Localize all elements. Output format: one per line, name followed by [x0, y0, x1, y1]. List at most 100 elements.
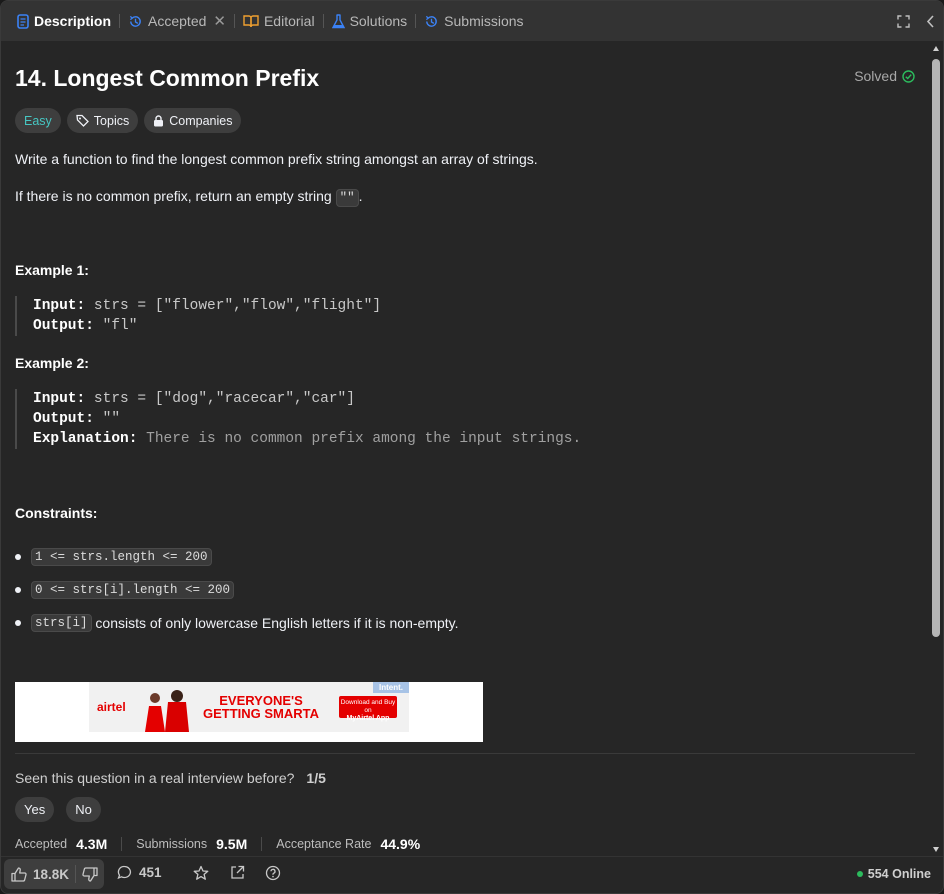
fullscreen-icon[interactable] — [897, 14, 910, 28]
list-item: strs[i] consists of only lowercase Engli… — [15, 606, 459, 639]
check-circle-icon — [902, 69, 915, 83]
online-count: 554 Online — [867, 867, 931, 881]
ad-headline: EVERYONE'S GETTING SMARTA — [203, 694, 319, 720]
lock-icon — [154, 114, 164, 126]
acceptance-rate-label: Acceptance Rate — [276, 837, 372, 851]
tab-submissions[interactable]: Submissions — [418, 1, 529, 41]
constraint-code: 0 <= strs[i].length <= 200 — [31, 580, 235, 599]
tab-divider — [322, 14, 324, 28]
collapse-icon[interactable] — [926, 14, 935, 28]
tab-divider — [233, 14, 235, 28]
constraint-text: consists of only lowercase English lette… — [91, 614, 459, 631]
panel-controls — [897, 1, 935, 41]
tab-divider — [119, 14, 121, 28]
vote-group: 18.8K — [4, 859, 104, 889]
page-title: 14. Longest Common Prefix — [15, 65, 320, 91]
tab-solutions[interactable]: Solutions — [326, 1, 414, 41]
example-output-line: Output: "fl" — [33, 316, 381, 336]
flask-icon — [331, 13, 345, 28]
explanation-label: Explanation: — [33, 431, 138, 447]
online-status: 554 Online — [856, 867, 931, 881]
comment-count: 451 — [139, 865, 162, 880]
interview-answers: Yes No — [15, 797, 101, 822]
submissions-label: Submissions — [136, 837, 208, 851]
like-button[interactable]: 18.8K — [4, 867, 69, 882]
ad-headline-line: GETTING SMARTA — [203, 706, 320, 721]
companies-label: Companies — [169, 113, 233, 128]
constraint-code: 1 <= strs.length <= 200 — [31, 547, 212, 566]
tab-description[interactable]: Description — [11, 1, 117, 41]
ad-creative[interactable]: airtel EVERYONE'S GETTING SMARTA Download… — [89, 682, 409, 732]
example-output-line: Output: "" — [33, 409, 581, 429]
solved-label: Solved — [854, 68, 897, 84]
history-icon — [426, 15, 437, 27]
output-label: Output: — [33, 318, 94, 334]
topics-label: Topics — [93, 113, 130, 128]
ad-people-image — [145, 690, 189, 732]
example-explanation: There is no common prefix among the inpu… — [146, 431, 582, 447]
dislike-button[interactable] — [76, 866, 98, 882]
scrollbar-thumb[interactable] — [932, 59, 940, 637]
problem-stats: Accepted 4.3M Submissions 9.5M Acceptance … — [15, 836, 420, 852]
example-input: strs = ["flower","flow","flight"] — [93, 298, 382, 314]
example-block: Input: strs = ["dog","racecar","car"] Ou… — [15, 389, 581, 449]
description-paragraph: Write a function to find the longest com… — [15, 151, 538, 167]
tab-editorial[interactable]: Editorial — [237, 1, 321, 41]
difficulty-badge: Easy — [15, 108, 61, 133]
description-text: . — [358, 188, 363, 204]
inline-code: "" — [335, 189, 359, 207]
example-heading: Example 2: — [15, 355, 89, 371]
example-output: "fl" — [102, 318, 138, 334]
tab-solutions-label: Solutions — [349, 13, 408, 29]
interview-question: Seen this question in a real interview b… — [15, 770, 326, 786]
close-icon[interactable]: ✕ — [213, 12, 226, 30]
tag-icon — [76, 114, 89, 127]
stats-divider — [121, 837, 123, 851]
problem-panel: Description Accepted ✕ Editorial Solutio… — [0, 0, 944, 894]
acceptance-rate: 44.9% — [380, 836, 421, 852]
input-label: Input: — [33, 298, 86, 314]
interview-question-text: Seen this question in a real interview b… — [15, 770, 295, 786]
online-dot — [856, 871, 863, 877]
tab-accepted[interactable]: Accepted ✕ — [122, 1, 232, 41]
share-icon[interactable] — [230, 865, 245, 880]
constraints-heading: Constraints: — [15, 505, 98, 521]
thumbs-down-icon — [82, 866, 98, 882]
interview-progress: 1/5 — [306, 770, 326, 786]
input-label: Input: — [33, 391, 86, 407]
star-icon[interactable] — [193, 865, 209, 881]
output-label: Output: — [33, 411, 94, 427]
example-output: "" — [102, 411, 121, 427]
advertisement-banner[interactable]: airtel EVERYONE'S GETTING SMARTA Download… — [15, 682, 483, 742]
history-icon — [129, 15, 141, 27]
topics-button[interactable]: Topics — [66, 108, 139, 133]
like-count: 18.8K — [33, 866, 70, 882]
stats-divider — [261, 837, 263, 851]
example-heading: Example 1: — [15, 262, 89, 278]
tab-editorial-label: Editorial — [263, 13, 315, 29]
submissions-count: 9.5M — [216, 836, 248, 852]
thumbs-up-icon — [11, 866, 27, 882]
problem-badges: Easy Topics Companies — [15, 108, 242, 133]
yes-button[interactable]: Yes — [15, 797, 55, 822]
constraints-list: 1 <= strs.length <= 200 0 <= strs[i].len… — [15, 540, 459, 639]
no-button[interactable]: No — [66, 797, 101, 822]
tab-submissions-label: Submissions — [444, 13, 524, 29]
description-content: 14. Longest Common Prefix Solved Easy To… — [15, 41, 915, 855]
accepted-count: 4.3M — [76, 836, 108, 852]
ad-brand: airtel — [97, 700, 126, 714]
constraint-code: strs[i] — [31, 613, 92, 632]
example-block: Input: strs = ["flower","flow","flight"]… — [15, 296, 381, 336]
help-icon[interactable] — [265, 865, 281, 881]
tab-description-label: Description — [34, 13, 112, 29]
example-explanation-line: Explanation: There is no common prefix a… — [33, 429, 581, 449]
book-icon — [243, 15, 259, 28]
ad-cta-label: MyAirtel App — [346, 715, 390, 722]
accepted-label: Accepted — [15, 837, 68, 851]
comments-button[interactable]: 451 — [117, 865, 162, 880]
example-input: strs = ["dog","racecar","car"] — [93, 391, 355, 407]
ad-intent-label: Intent. — [373, 682, 409, 693]
companies-button[interactable]: Companies — [144, 108, 242, 133]
ad-cta[interactable]: Download and Buy on MyAirtel App — [339, 696, 397, 722]
example-input-line: Input: strs = ["flower","flow","flight"] — [33, 296, 381, 316]
